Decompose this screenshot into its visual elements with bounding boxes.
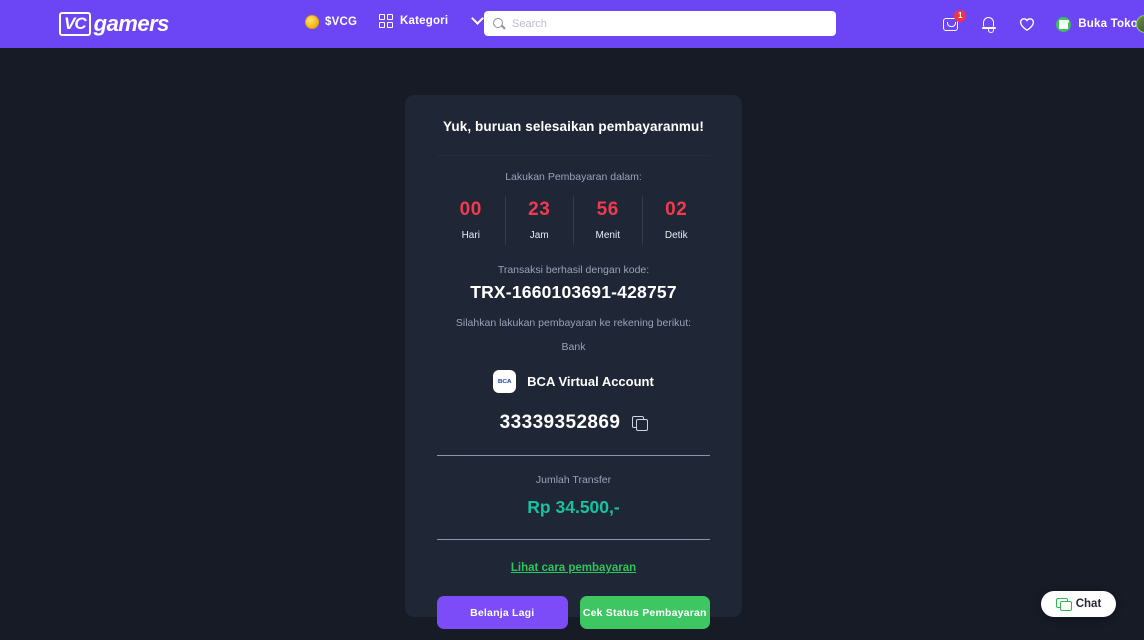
countdown-timer: 00 Hari 23 Jam 56 Menit 02 Detik <box>437 196 710 245</box>
vcg-label: $VCG <box>325 16 358 28</box>
chat-label: Chat <box>1075 598 1102 610</box>
transaction-code-value: TRX-1660103691-428757 <box>470 282 677 302</box>
bank-row: BCA BCA Virtual Account <box>437 370 710 393</box>
store-icon <box>1056 16 1072 32</box>
bank-section-label: Bank <box>561 341 586 353</box>
countdown-days-unit: Hari <box>461 230 480 241</box>
virtual-account-row: 33339352869 <box>437 412 710 434</box>
heart-icon[interactable] <box>1018 15 1036 33</box>
category-menu-button[interactable]: Kategori <box>379 12 485 28</box>
how-to-pay-link[interactable]: Lihat cara pembayaran <box>511 562 636 574</box>
vcg-balance-button[interactable]: $VCG <box>305 15 357 29</box>
countdown-hours: 23 Jam <box>504 196 574 245</box>
category-label: Kategori <box>400 15 449 27</box>
page-title: Yuk, buruan selesaikan pembayaranmu! <box>443 119 704 134</box>
divider <box>437 155 710 156</box>
coin-icon <box>305 15 319 29</box>
card-actions: Belanja Lagi Cek Status Pembayaran <box>437 596 710 630</box>
chevron-down-icon <box>471 12 485 25</box>
countdown-seconds: 02 Detik <box>641 196 711 245</box>
countdown-label: Lakukan Pembayaran dalam: <box>505 171 642 183</box>
bca-logo-text: BCA <box>497 378 512 385</box>
payment-instruction-text: Silahkan lakukan pembayaran ke rekening … <box>455 317 692 329</box>
bca-logo-icon: BCA <box>493 370 517 393</box>
search-input[interactable] <box>512 17 827 30</box>
payment-instruction-card: Yuk, buruan selesaikan pembayaranmu! Lak… <box>405 95 742 630</box>
cart-icon[interactable]: 1 <box>942 10 967 33</box>
site-logo[interactable]: VC gamers <box>59 12 169 36</box>
countdown-minutes: 56 Menit <box>573 196 642 245</box>
logo-badge: VC <box>59 12 91 36</box>
howto-wrap: Lihat cara pembayaran <box>437 558 710 576</box>
site-header: VC gamers $VCG Kategori 1 Buka Toko <box>0 0 1144 48</box>
grid-icon <box>379 14 393 28</box>
countdown-seconds-unit: Detik <box>664 230 688 241</box>
bank-name: BCA Virtual Account <box>527 374 654 389</box>
amount-value: Rp 34.500,- <box>527 497 620 518</box>
logo-wordmark: gamers <box>93 11 170 36</box>
amount-label: Jumlah Transfer <box>535 474 612 487</box>
bell-icon[interactable] <box>980 15 998 33</box>
virtual-account-number: 33339352869 <box>499 412 621 433</box>
countdown-hours-value: 23 <box>528 199 551 220</box>
transaction-code-label: Transaksi berhasil dengan kode: <box>497 264 650 276</box>
shop-again-button[interactable]: Belanja Lagi <box>437 596 568 630</box>
chat-widget-button[interactable]: Chat <box>1041 591 1116 617</box>
divider <box>437 539 710 541</box>
countdown-seconds-value: 02 <box>665 199 688 220</box>
cart-badge: 1 <box>954 10 967 22</box>
header-actions: 1 Buka Toko <box>942 0 1144 48</box>
search-bar[interactable] <box>484 11 836 36</box>
countdown-days: 00 Hari <box>437 196 505 245</box>
copy-icon[interactable] <box>632 415 648 431</box>
countdown-days-value: 00 <box>459 199 482 220</box>
open-store-label: Buka Toko <box>1078 18 1138 30</box>
divider <box>437 455 710 457</box>
page-body: Yuk, buruan selesaikan pembayaranmu! Lak… <box>0 48 1144 640</box>
countdown-minutes-value: 56 <box>596 199 619 220</box>
check-payment-status-button[interactable]: Cek Status Pembayaran <box>579 596 710 630</box>
countdown-minutes-unit: Menit <box>595 230 620 241</box>
open-store-button[interactable]: Buka Toko <box>1056 16 1138 32</box>
search-icon <box>493 17 505 30</box>
countdown-hours-unit: Jam <box>529 230 549 241</box>
chat-bubble-icon <box>1055 597 1072 611</box>
